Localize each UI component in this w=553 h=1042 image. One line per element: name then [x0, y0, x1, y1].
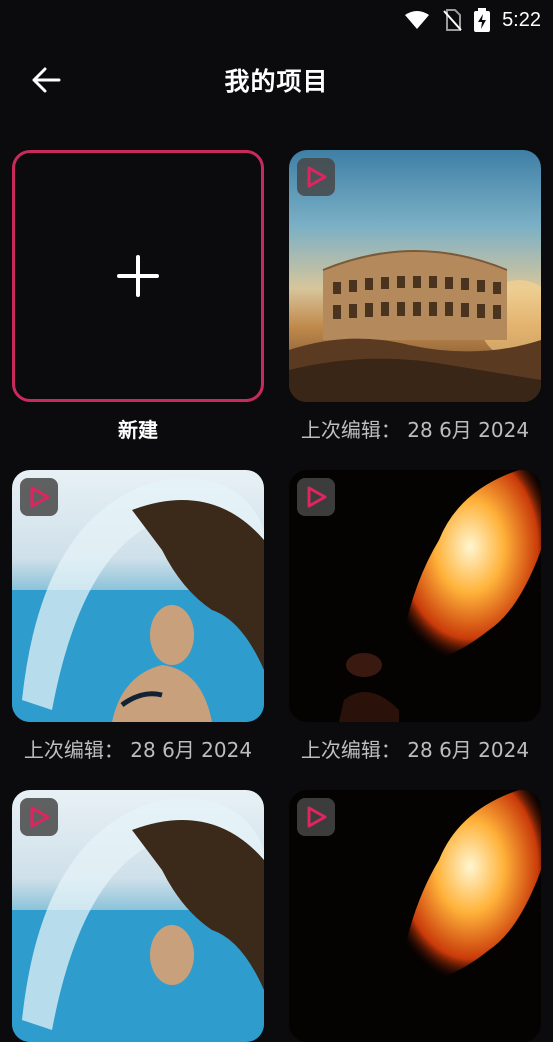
new-project-button[interactable]: [12, 150, 264, 402]
project-card[interactable]: [12, 470, 264, 722]
play-badge-icon: [297, 158, 335, 196]
page-title: 我的项目: [224, 67, 329, 96]
play-badge-icon: [20, 478, 58, 516]
new-project-label: 新建: [118, 418, 158, 442]
project-card[interactable]: [289, 470, 541, 722]
play-badge-icon: [20, 798, 58, 836]
play-badge-icon: [297, 478, 335, 516]
status-time: 5:22: [502, 8, 541, 31]
battery-charging-icon: [474, 8, 491, 32]
plus-icon: [117, 255, 159, 297]
project-last-edited: 上次编辑： 28 6月 2024: [300, 418, 530, 442]
wifi-icon: [405, 11, 430, 29]
no-sim-icon: [443, 9, 462, 31]
header: 我的项目: [0, 50, 553, 110]
status-bar: 5:22: [0, 0, 553, 40]
project-last-edited: 上次编辑： 28 6月 2024: [23, 738, 253, 762]
project-last-edited: 上次编辑： 28 6月 2024: [300, 738, 530, 762]
project-card[interactable]: [12, 790, 264, 1042]
project-card[interactable]: [289, 790, 541, 1042]
project-card[interactable]: [289, 150, 541, 402]
play-badge-icon: [297, 798, 335, 836]
